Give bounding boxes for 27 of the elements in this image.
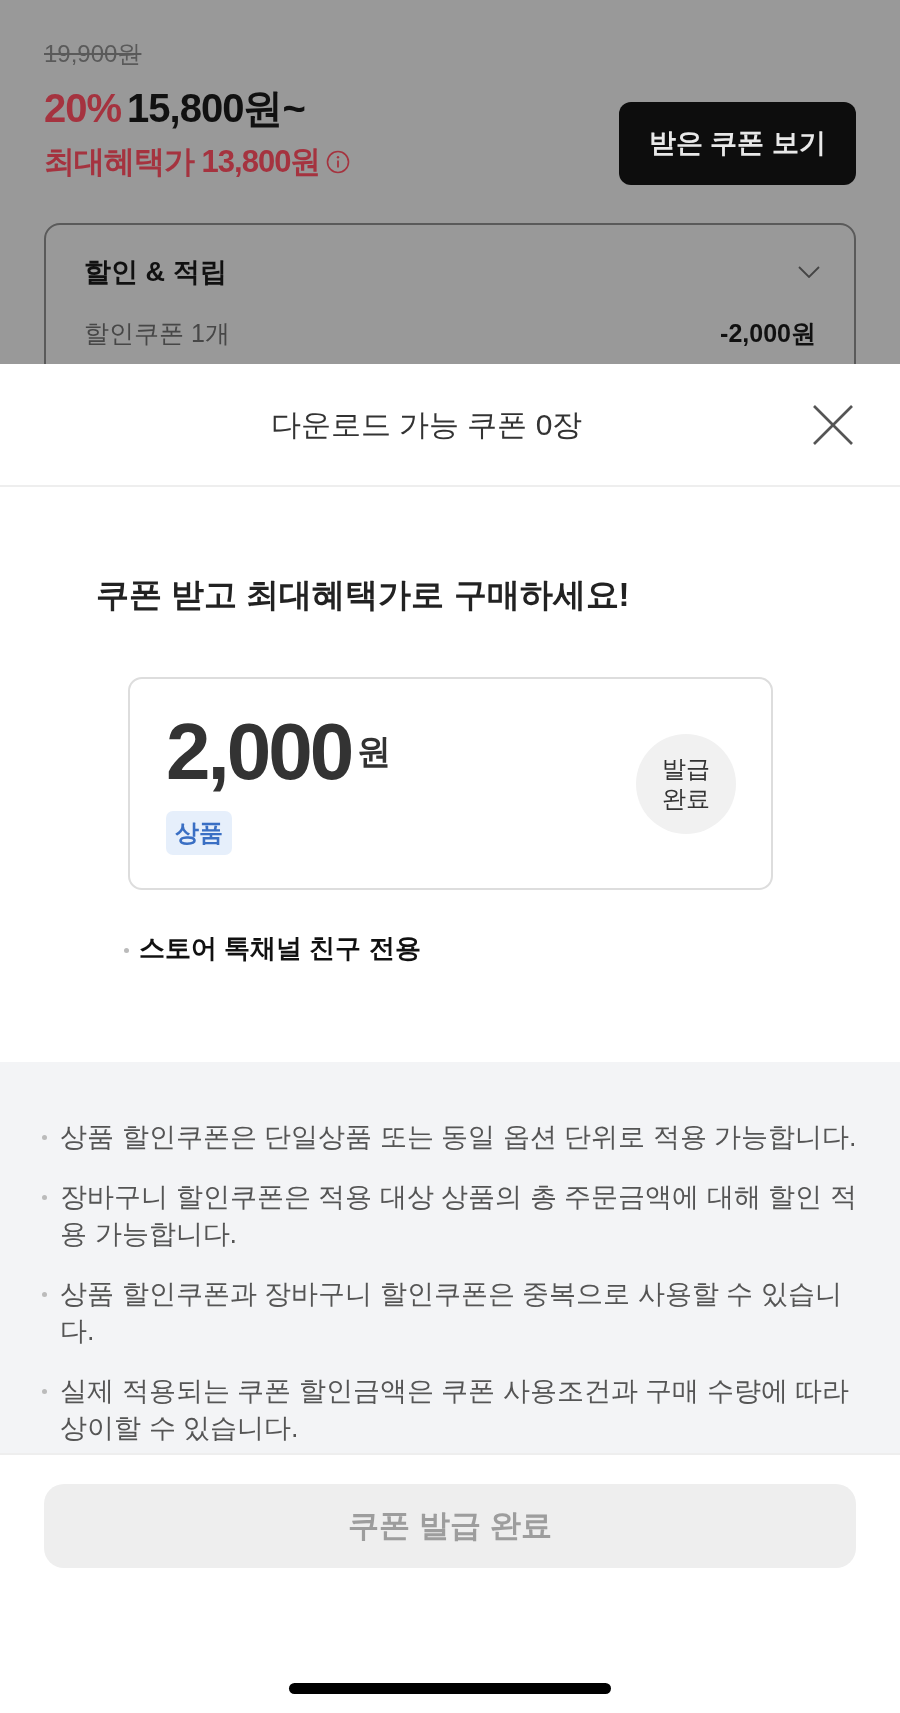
close-icon: [813, 404, 853, 445]
bullet-icon: [42, 1195, 47, 1200]
sale-price: 15,800원~: [127, 85, 305, 131]
coupon-condition: 스토어 톡채널 친구 전용: [139, 932, 421, 965]
note-text: 장바구니 할인쿠폰은 적용 대상 상품의 총 주문금액에 대해 할인 적용 가능합니다.: [60, 1181, 858, 1251]
benefits-panel-title: 할인 & 적립: [84, 256, 227, 289]
bullet-icon: [42, 1292, 47, 1297]
close-button[interactable]: [813, 404, 853, 445]
sheet-headline: 쿠폰 받고 최대혜택가로 구매하세요!: [96, 575, 630, 615]
bullet-icon: [124, 947, 129, 953]
sheet-title: 다운로드 가능 쿠폰 0장: [270, 406, 583, 443]
note-text: 실제 적용되는 쿠폰 할인금액은 쿠폰 사용조건과 구매 수량에 따라 상이할 수 있습니다.: [60, 1375, 850, 1445]
info-icon[interactable]: [326, 150, 351, 174]
bullet-icon: [42, 1135, 47, 1140]
original-price: 19,900원: [44, 39, 142, 69]
chevron-down-icon[interactable]: [798, 266, 820, 278]
max-benefit-price: 최대혜택가 13,800원: [44, 143, 321, 181]
note-text: 상품 할인쿠폰은 단일상품 또는 동일 옵션 단위로 적용 가능합니다.: [60, 1121, 857, 1154]
received-coupons-button[interactable]: 받은 쿠폰 보기: [619, 102, 856, 185]
benefit-row-label: 할인쿠폰 1개: [84, 318, 230, 349]
note-text: 상품 할인쿠폰과 장바구니 할인쿠폰은 중복으로 사용할 수 있습니다.: [60, 1278, 843, 1348]
coupon-type-tag: 상품: [166, 811, 232, 855]
bullet-icon: [42, 1389, 47, 1394]
coupon-unit: 원: [357, 731, 392, 771]
coupon-amount: 2,000: [166, 712, 352, 792]
discount-rate: 20%: [44, 85, 122, 131]
benefit-row-value: -2,000원: [720, 318, 816, 349]
